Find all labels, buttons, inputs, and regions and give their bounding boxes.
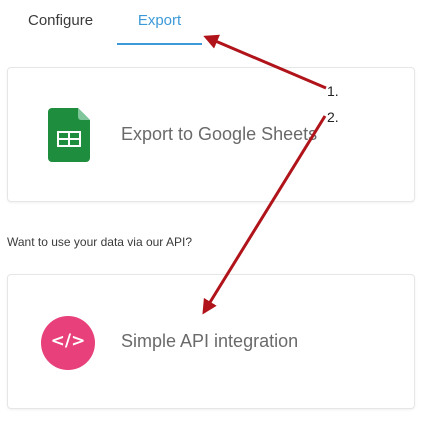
annotation-label-2: 2. [327,109,339,125]
simple-api-integration-card[interactable]: </> Simple API integration [7,274,415,409]
export-google-sheets-label: Export to Google Sheets [121,124,318,144]
annotation-label-1: 1. [327,83,339,99]
active-tab-indicator [117,43,202,45]
simple-api-integration-label: Simple API integration [121,331,299,351]
export-page: Configure Export Export to Google Sheets… [0,0,427,425]
code-icon: </> [41,316,95,370]
tab-configure-label: Configure [28,12,94,29]
tab-export[interactable]: Export [117,12,202,46]
api-question-text: Want to use your data via our API? [7,235,192,249]
tab-export-label: Export [137,12,182,29]
google-sheets-icon [48,108,90,162]
tab-configure[interactable]: Configure [28,12,93,46]
code-icon-glyph: </> [50,331,86,351]
export-google-sheets-card[interactable]: Export to Google Sheets [7,67,415,202]
